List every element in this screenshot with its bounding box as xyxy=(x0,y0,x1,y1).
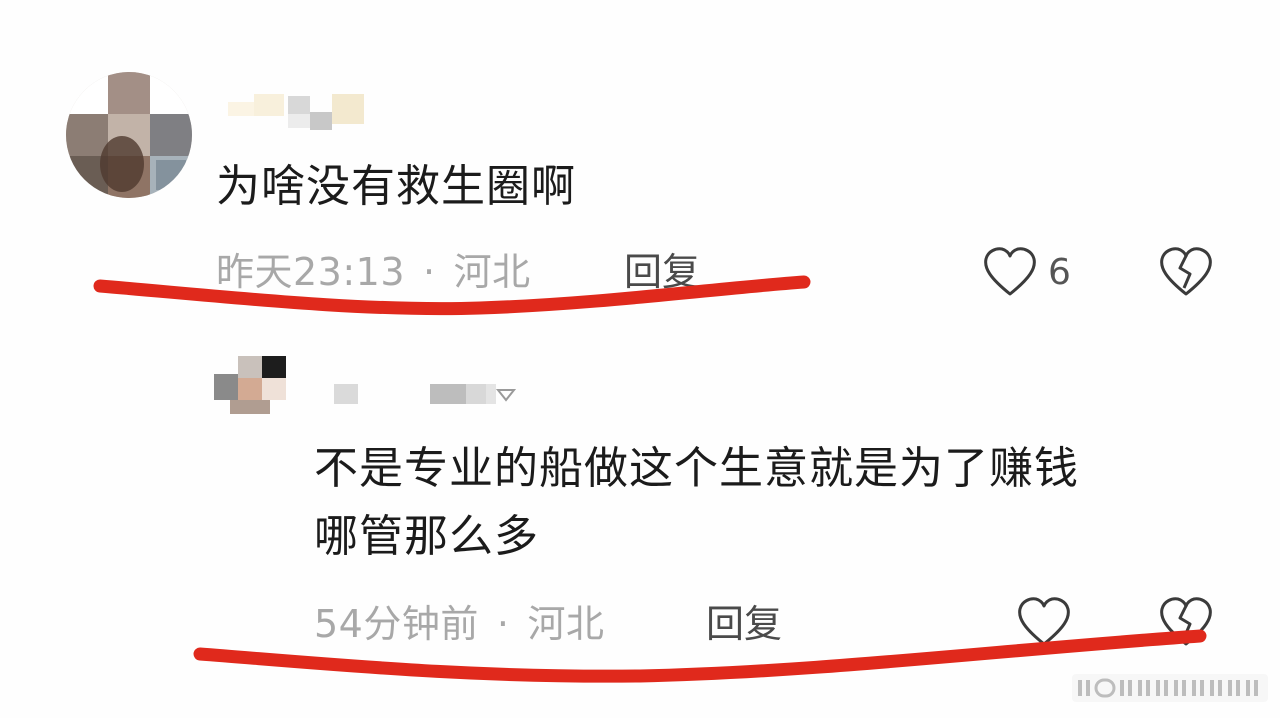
comment-thread: 为啥没有救生圈啊 昨天23:13 · 河北 回复 6 不是专业的船做这个生意就是… xyxy=(0,0,1280,718)
reply-button[interactable]: 回复 xyxy=(706,602,782,646)
like-button[interactable] xyxy=(1016,596,1072,648)
broken-heart-icon xyxy=(1158,596,1214,648)
dislike-button[interactable] xyxy=(1158,246,1214,298)
avatar[interactable] xyxy=(66,72,192,198)
username[interactable] xyxy=(228,94,372,136)
username[interactable] xyxy=(334,380,524,408)
comment-text-line: 不是专业的船做这个生意就是为了赚钱 xyxy=(314,443,1079,494)
comment-location: 河北 xyxy=(453,250,531,294)
heart-outline-icon xyxy=(1016,596,1072,648)
reply-button[interactable]: 回复 xyxy=(624,250,700,294)
comment-time: 昨天23:13 xyxy=(216,250,406,294)
dislike-button[interactable] xyxy=(1158,596,1214,648)
red-underline-annotations xyxy=(93,275,1207,683)
meta-separator: · xyxy=(496,602,510,646)
broken-heart-icon xyxy=(1158,246,1214,298)
comment-location: 河北 xyxy=(527,602,605,646)
comment-meta: 54分钟前 · 河北 xyxy=(314,602,604,646)
comment-meta: 昨天23:13 · 河北 xyxy=(216,250,531,294)
comment-time: 54分钟前 xyxy=(314,602,479,646)
heart-outline-icon xyxy=(982,246,1038,298)
like-button[interactable]: 6 xyxy=(982,246,1071,298)
watermark xyxy=(1072,670,1268,706)
avatar[interactable] xyxy=(214,356,286,418)
comment-text-line: 哪管那么多 xyxy=(314,511,539,562)
comment-text: 为啥没有救生圈啊 xyxy=(216,161,576,212)
like-count: 6 xyxy=(1048,251,1071,293)
meta-separator: · xyxy=(423,250,436,294)
